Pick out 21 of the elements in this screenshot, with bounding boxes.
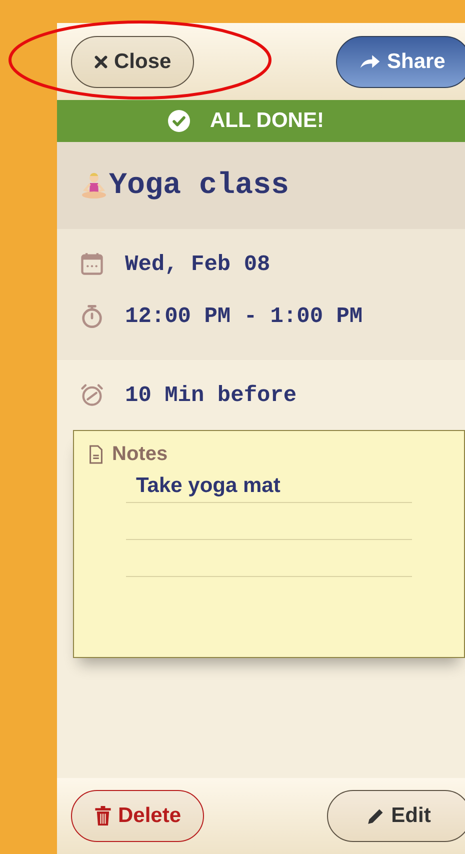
- trash-icon: [94, 806, 112, 826]
- pencil-icon: [367, 807, 386, 825]
- notes-title: Notes: [112, 443, 168, 466]
- event-time: 12:00 PM - 1:00 PM: [125, 304, 363, 328]
- document-icon: [88, 445, 104, 464]
- event-date: Wed, Feb 08: [125, 252, 270, 276]
- edit-button[interactable]: Edit: [327, 790, 465, 842]
- stopwatch-icon: [79, 303, 105, 329]
- reminder-text: 10 Min before: [125, 382, 297, 408]
- check-circle-icon: [168, 110, 190, 132]
- alarm-clock-icon: [79, 382, 105, 408]
- share-button[interactable]: Share: [336, 36, 465, 88]
- delete-button[interactable]: Delete: [71, 790, 204, 842]
- meditation-figure-icon: [79, 170, 109, 200]
- status-text: ALL DONE!: [210, 109, 324, 133]
- note-text: Take yoga mat: [136, 474, 280, 498]
- close-icon: [94, 54, 108, 68]
- event-title: Yoga class: [109, 168, 290, 202]
- calendar-icon: [79, 251, 105, 277]
- close-button[interactable]: Close: [71, 36, 194, 88]
- share-icon: [359, 54, 381, 69]
